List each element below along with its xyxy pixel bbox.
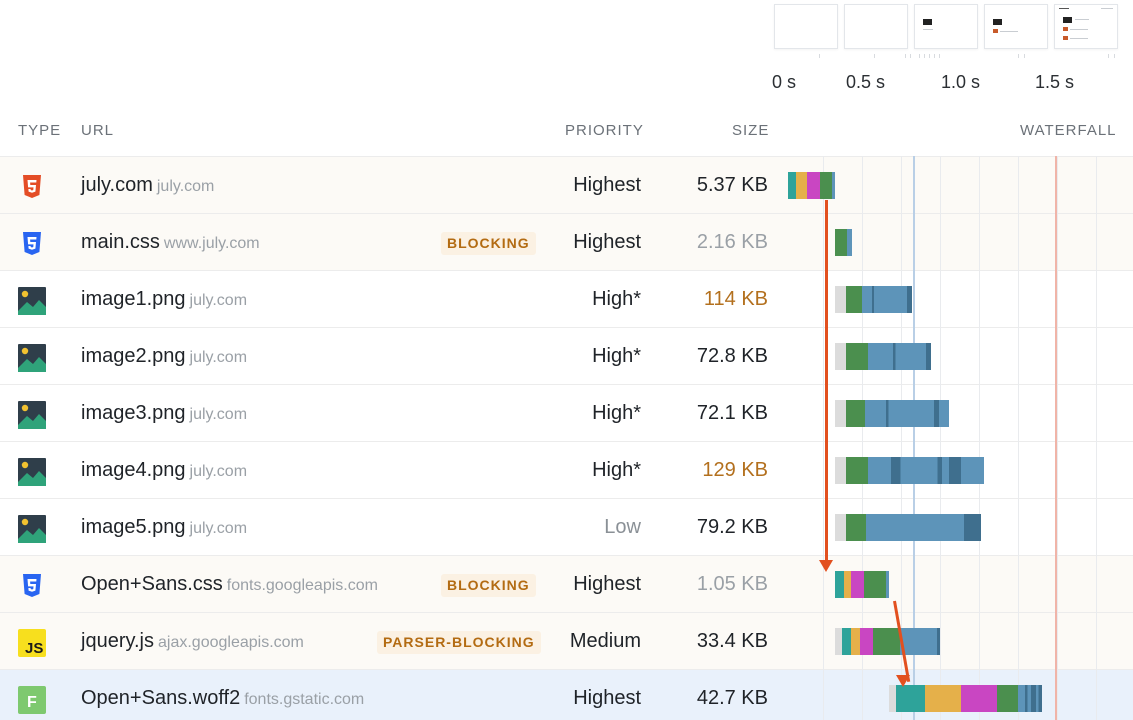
request-priority: Highest (573, 573, 641, 595)
column-url[interactable]: URL (81, 122, 114, 139)
table-row[interactable]: JS jquery.js ajax.googleapis.com PARSER-B… (0, 612, 1133, 669)
request-size: 2.16 KB (696, 231, 768, 253)
request-priority: Highest (573, 231, 641, 253)
image-icon (18, 287, 46, 315)
request-domain: july.com (189, 292, 248, 309)
table-row[interactable]: image5.png july.com Low 79.2 KB (0, 498, 1133, 555)
request-priority: High* (592, 288, 641, 310)
request-priority: Highest (573, 174, 641, 196)
request-size: 72.8 KB (696, 345, 768, 367)
time-label-0: 0 s (772, 72, 797, 92)
request-priority: High* (592, 459, 641, 481)
request-size: 42.7 KB (696, 687, 768, 709)
request-size: 114 KB (703, 288, 768, 310)
request-url: image3.png july.com (81, 402, 248, 424)
column-size[interactable]: SIZE (732, 122, 769, 139)
request-size: 5.37 KB (696, 174, 768, 196)
column-priority[interactable]: PRIORITY (565, 122, 644, 139)
table-row[interactable]: image3.png july.com High* 72.1 KB (0, 384, 1133, 441)
filmstrip-frame[interactable] (984, 4, 1048, 49)
request-priority: High* (592, 402, 641, 424)
image-icon (18, 515, 46, 543)
request-domain: www.july.com (163, 235, 260, 252)
request-table: july.com july.com Highest 5.37 KB main.cs… (0, 156, 1133, 720)
request-domain: july.com (189, 349, 248, 366)
request-priority: High* (592, 345, 641, 367)
request-priority: Low (604, 516, 641, 538)
table-row[interactable]: Open+Sans.css fonts.googleapis.com BLOCKI… (0, 555, 1133, 612)
request-url: main.css www.july.com (81, 231, 260, 253)
js-icon: JS (18, 629, 46, 657)
request-url: jquery.js ajax.googleapis.com (81, 630, 304, 652)
table-row[interactable]: image1.png july.com High* 114 KB (0, 270, 1133, 327)
request-domain: july.com (189, 406, 248, 423)
request-domain: fonts.gstatic.com (244, 691, 365, 708)
request-size: 129 KB (702, 459, 768, 481)
css3-icon (23, 232, 41, 255)
filmstrip-frame[interactable] (914, 4, 978, 49)
column-waterfall[interactable]: WATERFALL (1020, 122, 1117, 139)
request-url: image2.png july.com (81, 345, 248, 367)
time-label-10: 1.0 s (941, 72, 981, 92)
table-row[interactable]: F Open+Sans.woff2 fonts.gstatic.com Highe… (0, 669, 1133, 720)
request-size: 79.2 KB (696, 516, 768, 538)
image-icon (18, 458, 46, 486)
request-domain: july.com (189, 520, 248, 537)
filmstrip-frame[interactable] (774, 4, 838, 49)
request-size: 1.05 KB (696, 573, 768, 595)
svg-text:F: F (27, 694, 37, 711)
request-domain: fonts.googleapis.com (226, 577, 378, 594)
table-row[interactable]: july.com july.com Highest 5.37 KB (0, 156, 1133, 213)
table-header: TYPE URL PRIORITY SIZE WATERFALL (0, 120, 1133, 144)
request-domain: july.com (156, 178, 215, 195)
filmstrip-ticks (774, 54, 1119, 60)
request-size: 72.1 KB (696, 402, 768, 424)
blocking-badge: BLOCKING (441, 574, 536, 597)
parser-blocking-badge: PARSER-BLOCKING (377, 631, 541, 654)
column-type[interactable]: TYPE (18, 122, 61, 139)
time-label-15: 1.5 s (1035, 72, 1075, 92)
time-label-05: 0.5 s (846, 72, 886, 92)
html5-icon (23, 175, 41, 198)
filmstrip-frame[interactable] (844, 4, 908, 49)
css3-icon (23, 574, 41, 597)
request-url: Open+Sans.css fonts.googleapis.com (81, 573, 378, 595)
request-url: image1.png july.com (81, 288, 248, 310)
request-url: image4.png july.com (81, 459, 248, 481)
table-row[interactable]: main.css www.july.com BLOCKING Highest 2.… (0, 213, 1133, 270)
request-url: image5.png july.com (81, 516, 248, 538)
request-url: july.com july.com (81, 174, 215, 196)
image-icon (18, 401, 46, 429)
request-priority: Highest (573, 687, 641, 709)
table-row[interactable]: image2.png july.com High* 72.8 KB (0, 327, 1133, 384)
request-domain: july.com (189, 463, 248, 480)
blocking-badge: BLOCKING (441, 232, 536, 255)
filmstrip (774, 4, 1118, 49)
font-icon: F (18, 686, 46, 714)
svg-text:JS: JS (25, 640, 43, 657)
request-domain: ajax.googleapis.com (158, 634, 304, 651)
request-size: 33.4 KB (696, 630, 768, 652)
image-icon (18, 344, 46, 372)
table-row[interactable]: image4.png july.com High* 129 KB (0, 441, 1133, 498)
request-priority: Medium (569, 630, 641, 652)
request-url: Open+Sans.woff2 fonts.gstatic.com (81, 687, 365, 709)
filmstrip-frame[interactable] (1054, 4, 1118, 49)
